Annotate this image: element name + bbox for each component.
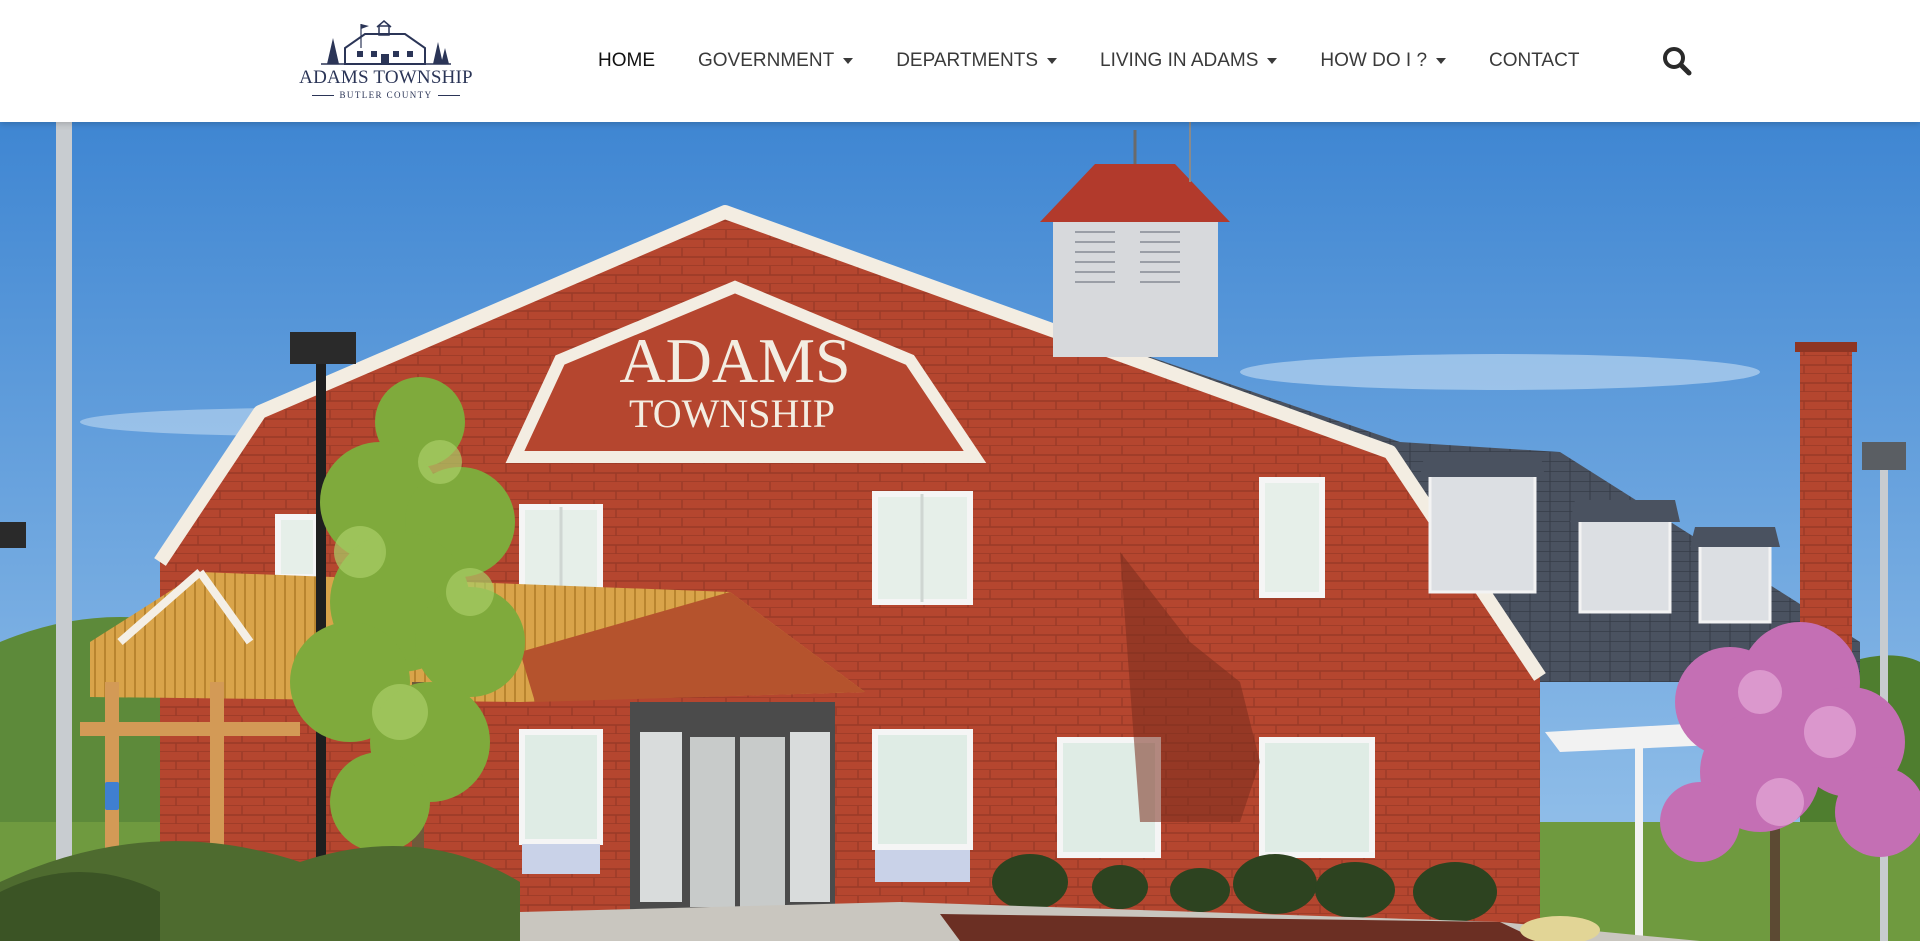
logo-subtitle-row: BUTLER COUNTY — [311, 90, 461, 100]
nav-item-label: LIVING IN ADAMS — [1100, 50, 1259, 71]
main-nav: HOME GOVERNMENT DEPARTMENTS LIVING IN AD… — [598, 0, 1579, 122]
caret-down-icon — [1047, 58, 1058, 64]
caret-down-icon — [843, 58, 854, 64]
nav-item-living-in-adams[interactable]: LIVING IN ADAMS — [1100, 50, 1278, 72]
township-building-photo: ADAMS TOWNSHIP — [0, 122, 1920, 941]
nav-item-how-do-i[interactable]: HOW DO I ? — [1320, 50, 1447, 72]
nav-item-label: DEPARTMENTS — [896, 50, 1039, 71]
nav-item-label: CONTACT — [1489, 50, 1580, 71]
logo-rule-right — [438, 94, 461, 96]
nav-item-label: HOME — [598, 50, 655, 71]
nav-item-contact[interactable]: CONTACT — [1489, 50, 1579, 72]
hero-image: ADAMS TOWNSHIP — [0, 122, 1920, 941]
logo-title: ADAMS TOWNSHIP — [299, 67, 473, 88]
nav-item-label: GOVERNMENT — [698, 50, 835, 71]
barn-logo-icon — [321, 20, 451, 65]
nav-item-home[interactable]: HOME — [598, 50, 655, 72]
logo-rule-left — [311, 94, 334, 96]
nav-item-government[interactable]: GOVERNMENT — [698, 50, 854, 72]
site-logo[interactable]: ADAMS TOWNSHIP BUTLER COUNTY — [299, 18, 473, 104]
sign-text-line1: ADAMS — [619, 325, 850, 396]
logo-subtitle: BUTLER COUNTY — [339, 90, 433, 100]
site-header: ADAMS TOWNSHIP BUTLER COUNTY HOME GOVERN… — [0, 0, 1920, 122]
sign-text-line2: TOWNSHIP — [629, 391, 835, 436]
caret-down-icon — [1436, 58, 1447, 64]
caret-down-icon — [1267, 58, 1278, 64]
nav-item-label: HOW DO I ? — [1320, 50, 1428, 71]
search-icon — [1663, 47, 1692, 76]
nav-item-departments[interactable]: DEPARTMENTS — [896, 50, 1058, 72]
search-button[interactable] — [1662, 46, 1692, 76]
